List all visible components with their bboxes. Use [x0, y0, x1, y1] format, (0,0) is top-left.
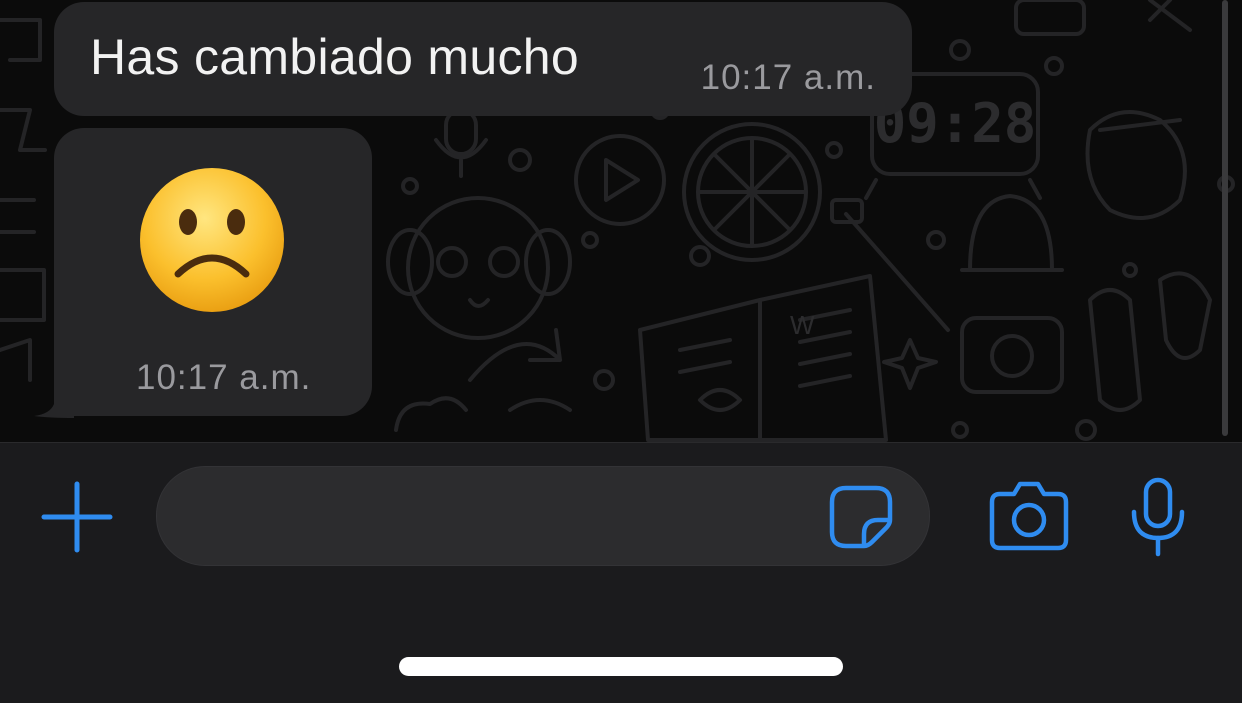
plus-icon[interactable]	[40, 480, 114, 554]
message-input-field[interactable]	[187, 487, 831, 545]
message-timestamp: 10:17 a.m.	[136, 358, 312, 397]
message-bubble-text[interactable]: Has cambiado mucho 10:17 a.m.	[54, 2, 912, 116]
wallpaper-book-letter: W	[790, 310, 815, 340]
frowning-face-emoji	[140, 168, 284, 312]
message-bubble-emoji[interactable]: 10:17 a.m.	[54, 128, 372, 416]
chat-scrollbar[interactable]	[1222, 0, 1228, 436]
message-timestamp: 10:17 a.m.	[700, 58, 876, 97]
message-input[interactable]	[156, 466, 930, 566]
home-indicator[interactable]	[399, 657, 843, 676]
microphone-icon[interactable]	[1126, 476, 1190, 558]
message-text: Has cambiado mucho	[90, 29, 579, 85]
sticker-icon[interactable]	[828, 484, 894, 550]
chat-area[interactable]: 09:28 W Has cambiado mucho 10:17 a.m. 10…	[0, 0, 1242, 442]
camera-icon[interactable]	[988, 480, 1070, 552]
